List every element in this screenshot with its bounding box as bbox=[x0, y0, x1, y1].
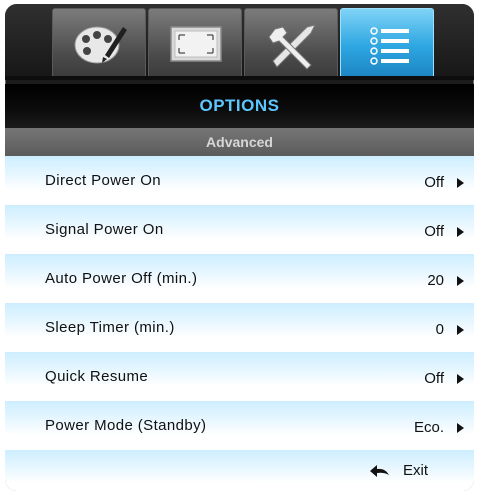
exit-button[interactable]: Exit bbox=[403, 462, 428, 479]
return-arrow-icon bbox=[370, 465, 389, 477]
osd-menu: OPTIONS Advanced Direct Power On Off Sig… bbox=[5, 4, 474, 491]
tab-display[interactable] bbox=[148, 8, 242, 76]
palette-icon bbox=[74, 26, 127, 64]
subtitle-bar: Advanced bbox=[5, 128, 474, 156]
menu-item-direct-power-on[interactable]: Direct Power On Off bbox=[5, 156, 474, 201]
tab-image-settings[interactable] bbox=[52, 8, 146, 76]
tab-strip bbox=[5, 4, 474, 80]
menu-item-power-mode[interactable]: Power Mode (Standby) Eco. bbox=[5, 401, 474, 446]
menu-item-label: Power Mode (Standby) bbox=[45, 417, 207, 434]
arrow-right-icon[interactable] bbox=[457, 325, 464, 335]
tools-icon bbox=[268, 24, 316, 70]
tab-underline bbox=[5, 76, 474, 80]
menu-item-label: Auto Power Off (min.) bbox=[45, 270, 198, 287]
arrow-right-icon[interactable] bbox=[457, 374, 464, 384]
options-list-icon bbox=[370, 27, 409, 65]
menu-item-label: Signal Power On bbox=[45, 221, 164, 238]
menu-item-label: Direct Power On bbox=[45, 172, 162, 189]
menu-item-auto-power-off[interactable]: Auto Power Off (min.) 20 bbox=[5, 254, 474, 299]
menu-item-label: Sleep Timer (min.) bbox=[45, 319, 175, 336]
arrow-right-icon[interactable] bbox=[457, 178, 464, 188]
menu-item-label: Quick Resume bbox=[45, 368, 149, 385]
page-subtitle: Advanced bbox=[206, 134, 273, 150]
menu-item-value: Eco. bbox=[413, 419, 444, 436]
menu-item-value: Off bbox=[424, 370, 444, 387]
menu-item-sleep-timer[interactable]: Sleep Timer (min.) 0 bbox=[5, 303, 474, 348]
menu-item-quick-resume[interactable]: Quick Resume Off bbox=[5, 352, 474, 397]
arrow-right-icon[interactable] bbox=[457, 227, 464, 237]
arrow-right-icon[interactable] bbox=[457, 423, 464, 433]
menu-item-value: 20 bbox=[427, 272, 444, 289]
menu-item-value: Off bbox=[424, 223, 444, 240]
menu-item-value: 0 bbox=[435, 321, 444, 338]
arrow-right-icon[interactable] bbox=[457, 276, 464, 286]
page-title: OPTIONS bbox=[199, 96, 280, 115]
tab-options[interactable] bbox=[340, 8, 434, 76]
tab-setup[interactable] bbox=[244, 8, 338, 76]
menu-item-signal-power-on[interactable]: Signal Power On Off bbox=[5, 205, 474, 250]
exit-row[interactable]: Exit bbox=[5, 450, 474, 491]
menu-item-value: Off bbox=[424, 174, 444, 191]
display-icon bbox=[170, 26, 222, 62]
menu-list: Direct Power On Off Signal Power On Off … bbox=[5, 156, 474, 491]
title-bar: OPTIONS bbox=[5, 84, 474, 128]
